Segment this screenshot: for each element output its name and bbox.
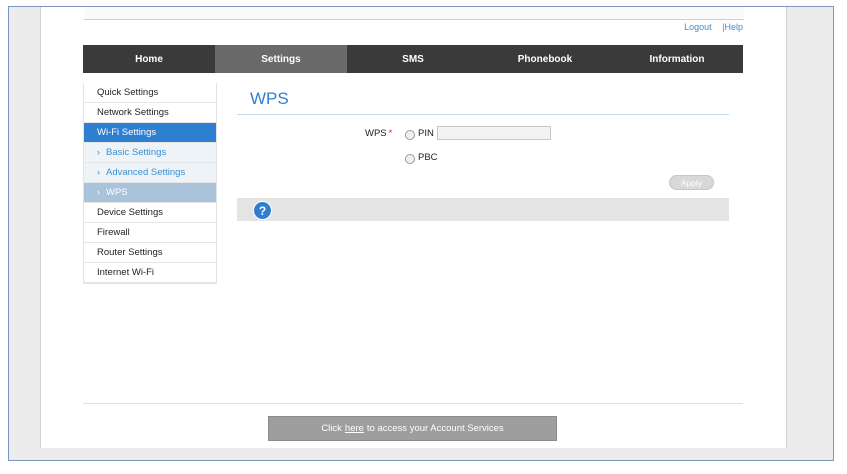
pin-radio[interactable] — [405, 130, 415, 140]
sidebar-item-quick-settings[interactable]: Quick Settings — [84, 83, 216, 103]
settings-sidebar: Quick Settings Network Settings Wi-Fi Se… — [83, 83, 217, 284]
sidebar-item-network-settings[interactable]: Network Settings — [84, 103, 216, 123]
help-link[interactable]: Help — [724, 22, 743, 32]
required-mark: * — [388, 128, 393, 139]
sidebar-subitem-label: Advanced Settings — [106, 167, 186, 178]
wps-field-label: WPS * — [365, 128, 392, 139]
sidebar-subitem-wps[interactable]: › WPS — [84, 183, 216, 203]
top-links: Logout |Help — [684, 22, 743, 32]
help-icon[interactable]: ? — [253, 201, 272, 220]
top-strip — [84, 7, 744, 20]
sidebar-subitem-label: Basic Settings — [106, 147, 167, 158]
account-services-link[interactable]: here — [345, 423, 364, 434]
tab-home[interactable]: Home — [83, 45, 215, 73]
chevron-right-icon: › — [97, 187, 100, 197]
pbc-radio-label: PBC — [418, 152, 438, 163]
page-title: WPS — [237, 83, 729, 115]
sidebar-item-device-settings[interactable]: Device Settings — [84, 203, 216, 223]
sidebar-subitem-basic-settings[interactable]: › Basic Settings — [84, 143, 216, 163]
main-content: WPS WPS * PIN PBC Apply ? — [237, 83, 729, 221]
chevron-right-icon: › — [97, 147, 100, 157]
help-bar: ? — [237, 198, 729, 221]
sidebar-item-firewall[interactable]: Firewall — [84, 223, 216, 243]
tab-information[interactable]: Information — [611, 45, 743, 73]
chevron-right-icon: › — [97, 167, 100, 177]
main-nav: Home Settings SMS Phonebook Information — [83, 45, 743, 73]
footer-divider — [83, 403, 743, 404]
sidebar-subitem-advanced-settings[interactable]: › Advanced Settings — [84, 163, 216, 183]
sidebar-item-wifi-settings[interactable]: Wi-Fi Settings — [84, 123, 216, 143]
pbc-radio[interactable] — [405, 154, 415, 164]
apply-button[interactable]: Apply — [669, 175, 714, 190]
tab-settings[interactable]: Settings — [215, 45, 347, 73]
tab-sms[interactable]: SMS — [347, 45, 479, 73]
pin-input[interactable] — [437, 126, 551, 140]
account-text-prefix: Click — [321, 423, 342, 434]
wps-label-text: WPS — [365, 128, 387, 139]
sidebar-item-router-settings[interactable]: Router Settings — [84, 243, 216, 263]
account-services-banner: Click here to access your Account Servic… — [268, 416, 557, 441]
account-text-suffix: to access your Account Services — [366, 423, 504, 434]
sidebar-subitem-label: WPS — [106, 187, 128, 198]
logout-link[interactable]: Logout — [684, 22, 712, 32]
sidebar-item-internet-wifi[interactable]: Internet Wi-Fi — [84, 263, 216, 283]
tab-phonebook[interactable]: Phonebook — [479, 45, 611, 73]
pin-radio-label: PIN — [418, 128, 434, 139]
